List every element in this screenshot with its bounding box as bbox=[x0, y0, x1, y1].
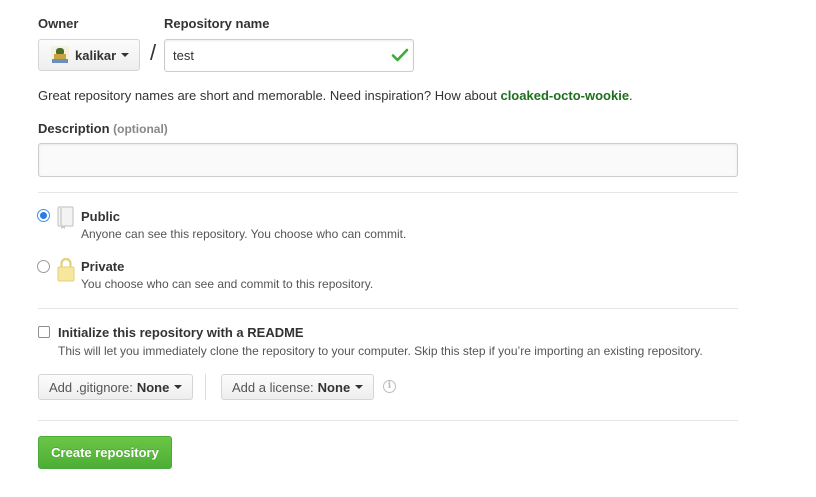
new-repository-form: Owner kalikar / Repository name Great re… bbox=[0, 0, 816, 497]
license-value: None bbox=[317, 379, 351, 395]
repo-name-input[interactable] bbox=[164, 39, 414, 72]
lock-icon bbox=[57, 257, 75, 282]
description-label: Description bbox=[38, 121, 110, 136]
check-icon bbox=[391, 48, 409, 62]
private-radio[interactable] bbox=[37, 260, 50, 273]
description-label-row: Description (optional) bbox=[38, 121, 168, 136]
divider bbox=[38, 308, 738, 309]
owner-dropdown[interactable]: kalikar bbox=[38, 39, 140, 71]
readme-desc: This will let you immediately clone the … bbox=[58, 344, 703, 358]
chevron-down-icon bbox=[355, 385, 364, 389]
divider bbox=[38, 420, 738, 421]
info-icon[interactable]: i bbox=[383, 380, 396, 393]
gitignore-select[interactable]: Add .gitignore: None bbox=[38, 374, 194, 400]
public-desc: Anyone can see this repository. You choo… bbox=[81, 227, 407, 241]
create-repository-button[interactable]: Create repository bbox=[38, 436, 172, 469]
select-separator bbox=[205, 374, 206, 400]
owner-repo-separator: / bbox=[150, 40, 157, 65]
owner-label: Owner bbox=[38, 16, 79, 31]
divider bbox=[38, 192, 738, 193]
avatar bbox=[51, 46, 69, 64]
readme-title: Initialize this repository with a README bbox=[58, 325, 304, 340]
chevron-down-icon bbox=[174, 385, 183, 389]
repo-name-label: Repository name bbox=[164, 16, 270, 31]
private-desc: You choose who can see and commit to thi… bbox=[81, 277, 374, 291]
public-title: Public bbox=[81, 209, 121, 224]
repo-book-icon bbox=[57, 206, 74, 229]
license-select[interactable]: Add a license: None bbox=[221, 374, 375, 400]
gitignore-value: None bbox=[136, 379, 170, 395]
description-input[interactable] bbox=[38, 143, 738, 177]
gitignore-label: Add .gitignore: bbox=[49, 379, 133, 395]
readme-checkbox[interactable] bbox=[38, 326, 50, 338]
chevron-down-icon bbox=[121, 53, 130, 57]
owner-name: kalikar bbox=[75, 47, 117, 63]
name-hint: Great repository names are short and mem… bbox=[38, 88, 633, 103]
public-radio[interactable] bbox=[37, 209, 50, 222]
description-optional: (optional) bbox=[113, 122, 168, 136]
name-suggestion-link[interactable]: cloaked-octo-wookie bbox=[500, 88, 629, 103]
private-title: Private bbox=[81, 259, 125, 274]
name-hint-suffix: . bbox=[629, 88, 633, 103]
name-hint-text: Great repository names are short and mem… bbox=[38, 88, 501, 103]
license-label: Add a license: bbox=[232, 379, 314, 395]
